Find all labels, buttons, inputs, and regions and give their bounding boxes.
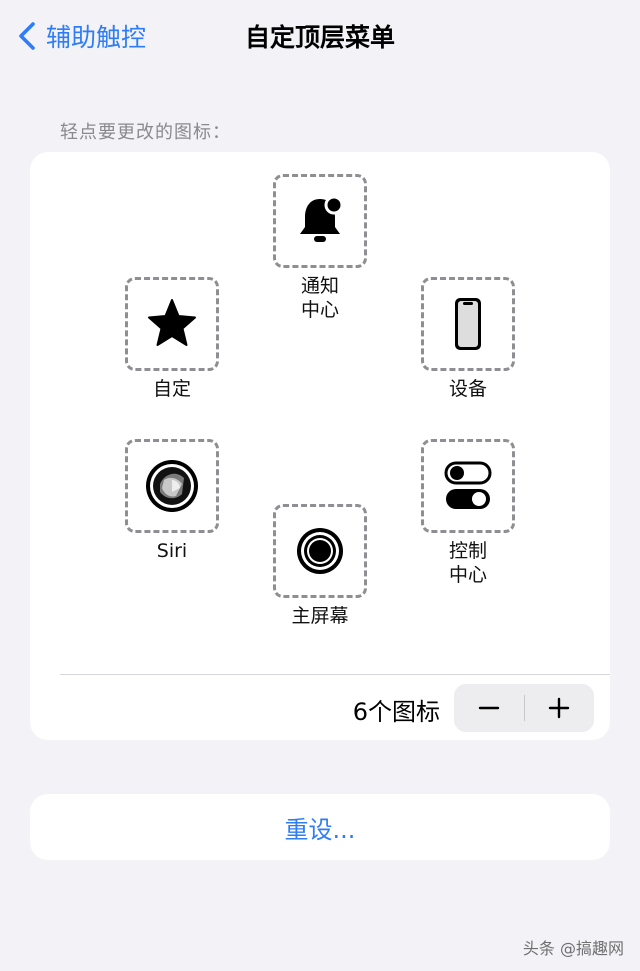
icon-dashed-frame (273, 174, 367, 268)
navigation-bar: 辅助触控 自定顶层菜单 (0, 0, 640, 72)
icon-count-label: 6个图标 (352, 698, 440, 726)
decrement-button[interactable] (454, 684, 524, 732)
icon-dashed-frame (421, 277, 515, 371)
minus-icon (478, 706, 499, 710)
page-title: 自定顶层菜单 (244, 23, 395, 52)
reset-button-label: 重设... (284, 815, 356, 844)
siri-icon (146, 460, 198, 512)
plus-icon (549, 697, 570, 719)
icon-grid-card: 通知 中心 自定 设备 Siri 控制 中心 主屏幕 6个图标 (30, 152, 610, 740)
icon-label: 设备 (448, 378, 487, 400)
icon-label: 主屏幕 (291, 605, 349, 627)
watermark: 头条 @搞趣网 (522, 939, 624, 958)
icon-slot-custom[interactable]: 自定 (72, 277, 272, 401)
bell-icon (300, 195, 344, 242)
increment-button[interactable] (525, 684, 595, 732)
icon-label: 自定 (152, 378, 191, 400)
icon-label-text: 通知 中心 (300, 275, 339, 321)
toggles-icon (444, 461, 492, 509)
section-label: 轻点要更改的图标： (60, 122, 231, 143)
home-button-icon (297, 528, 343, 574)
icon-dashed-frame (273, 504, 367, 598)
icon-dashed-frame (125, 439, 219, 533)
icon-slot-device[interactable]: 设备 (368, 277, 568, 401)
icon-dashed-frame (421, 439, 515, 533)
divider (60, 674, 610, 675)
icon-label-text: 控制 中心 (448, 540, 487, 586)
reset-button[interactable]: 重设... (30, 794, 610, 860)
icon-count-stepper (454, 684, 594, 732)
icon-slot-home[interactable]: 主屏幕 (220, 504, 420, 628)
phone-device-icon (455, 298, 481, 350)
icon-dashed-frame (125, 277, 219, 371)
star-icon (148, 299, 196, 346)
